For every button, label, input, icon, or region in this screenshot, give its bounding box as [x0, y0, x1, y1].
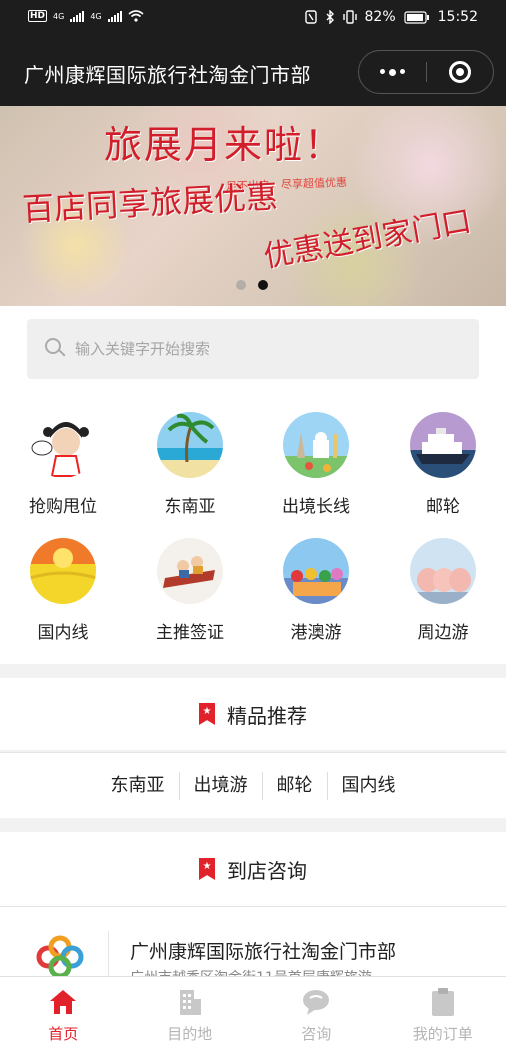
category-label: 出境长线 [282, 497, 350, 517]
category-item[interactable]: 邮轮 [380, 412, 506, 517]
banner-line2: 优惠送到家门口 [261, 203, 475, 275]
tab-home[interactable]: 首页 [0, 977, 127, 1050]
tab-domestic[interactable]: 国内线 [328, 772, 410, 800]
shop-address: 广州市越秀区淘金街11号首层康辉旅游 [130, 967, 372, 976]
tab-orders[interactable]: 我的订单 [380, 977, 506, 1050]
category-label: 周边游 [417, 623, 469, 643]
shop-card[interactable]: 广州康辉国际旅行社淘金门市部 广州市越秀区淘金街11号首层康辉旅游 [0, 906, 506, 976]
battery-icon [404, 10, 429, 24]
network-type-1: 4G [53, 11, 65, 21]
featured-tabs: 东南亚 出境游 邮轮 国内线 [0, 752, 506, 818]
clipboard-icon [380, 987, 506, 1017]
category-label: 邮轮 [426, 497, 460, 517]
piggies-icon [410, 538, 476, 604]
network-type-2: 4G [90, 11, 102, 21]
clock: 15:52 [437, 9, 478, 25]
signal-icon [70, 10, 85, 22]
cruise-ship-icon [410, 412, 476, 478]
dot-icon [379, 68, 385, 74]
promo-banner[interactable]: 旅展月来啦！ 足不出户，尽享超值优惠 百店同享旅展优惠 优惠送到家门口 [0, 106, 506, 306]
tab-home-label: 首页 [48, 1025, 79, 1043]
title-bar: 广州康辉国际旅行社淘金门市部 [0, 36, 506, 106]
palm-beach-icon [157, 412, 223, 478]
cartoon-girl-icon [30, 412, 96, 478]
bookmark-star-icon: ★ [199, 703, 215, 725]
featured-header: ★ 精品推荐 [0, 678, 506, 750]
category-grid: 抢购甩位 东南亚 出境长线 邮轮 国内线 主推签证 港澳游 周边游 [0, 398, 506, 664]
battery-percent: 82% [364, 9, 396, 25]
page-title: 广州康辉国际旅行社淘金门市部 [24, 63, 311, 87]
dot-icon [399, 68, 405, 74]
category-item[interactable]: 周边游 [380, 538, 506, 643]
banner-headline: 旅展月来啦！ [104, 123, 345, 167]
dot-icon [388, 68, 396, 76]
search-section [0, 306, 506, 398]
building-icon [127, 987, 254, 1017]
nfc-icon [304, 10, 317, 24]
world-landmarks-icon [283, 412, 349, 478]
vibrate-icon [342, 10, 357, 24]
tab-destination[interactable]: 目的地 [127, 977, 254, 1050]
category-item[interactable]: 抢购甩位 [0, 412, 126, 517]
bookmark-star-icon: ★ [199, 858, 215, 880]
category-label: 港澳游 [290, 623, 342, 643]
category-item[interactable]: 东南亚 [127, 412, 253, 517]
tab-consult-label: 咨询 [301, 1025, 332, 1043]
more-menu-button[interactable] [359, 68, 426, 76]
carousel-indicator [236, 280, 268, 290]
search-box[interactable] [27, 319, 479, 379]
tab-southeast-asia[interactable]: 东南亚 [97, 771, 180, 800]
category-item[interactable]: 主推签证 [127, 538, 253, 643]
divider [108, 931, 109, 976]
bottom-tabbar: 首页 目的地 咨询 我的订单 [0, 976, 506, 1050]
search-icon [45, 338, 67, 360]
target-icon [448, 61, 471, 83]
miniprogram-capsule [358, 50, 494, 94]
tab-consult[interactable]: 咨询 [253, 977, 380, 1050]
category-label: 国内线 [37, 623, 89, 643]
tab-outbound[interactable]: 出境游 [180, 771, 263, 800]
wifi-icon [128, 10, 144, 22]
featured-title: 精品推荐 [227, 703, 307, 728]
flying-carpet-icon [157, 538, 223, 604]
category-item[interactable]: 港澳游 [253, 538, 379, 643]
banner-line1: 百店同享旅展优惠 [21, 177, 279, 229]
category-label: 主推签证 [156, 623, 224, 643]
carousel-dot-active[interactable] [258, 280, 268, 290]
consult-header: ★ 到店咨询 [0, 832, 506, 906]
hd-badge: HD [28, 10, 48, 22]
carousel-dot[interactable] [236, 280, 246, 290]
chat-bubble-icon [253, 987, 380, 1017]
close-miniprogram-button[interactable] [427, 61, 494, 83]
search-input[interactable] [75, 340, 435, 358]
category-item[interactable]: 出境长线 [253, 412, 379, 517]
category-label: 东南亚 [164, 497, 216, 517]
yellow-field-icon [30, 538, 96, 604]
category-label: 抢购甩位 [29, 497, 97, 517]
category-item[interactable]: 国内线 [0, 538, 126, 643]
signal-icon [107, 10, 122, 22]
consult-title: 到店咨询 [227, 858, 307, 883]
tab-destination-label: 目的地 [167, 1025, 213, 1043]
shop-name: 广州康辉国际旅行社淘金门市部 [130, 941, 397, 963]
tab-cruise[interactable]: 邮轮 [263, 771, 328, 800]
status-bar: HD 4G 4G 82% 15:52 [0, 0, 506, 36]
tab-orders-label: 我的订单 [412, 1025, 473, 1043]
bluetooth-icon [326, 10, 334, 24]
parade-crowd-icon [283, 538, 349, 604]
shop-logo-icon [36, 935, 84, 976]
home-icon [0, 987, 127, 1017]
